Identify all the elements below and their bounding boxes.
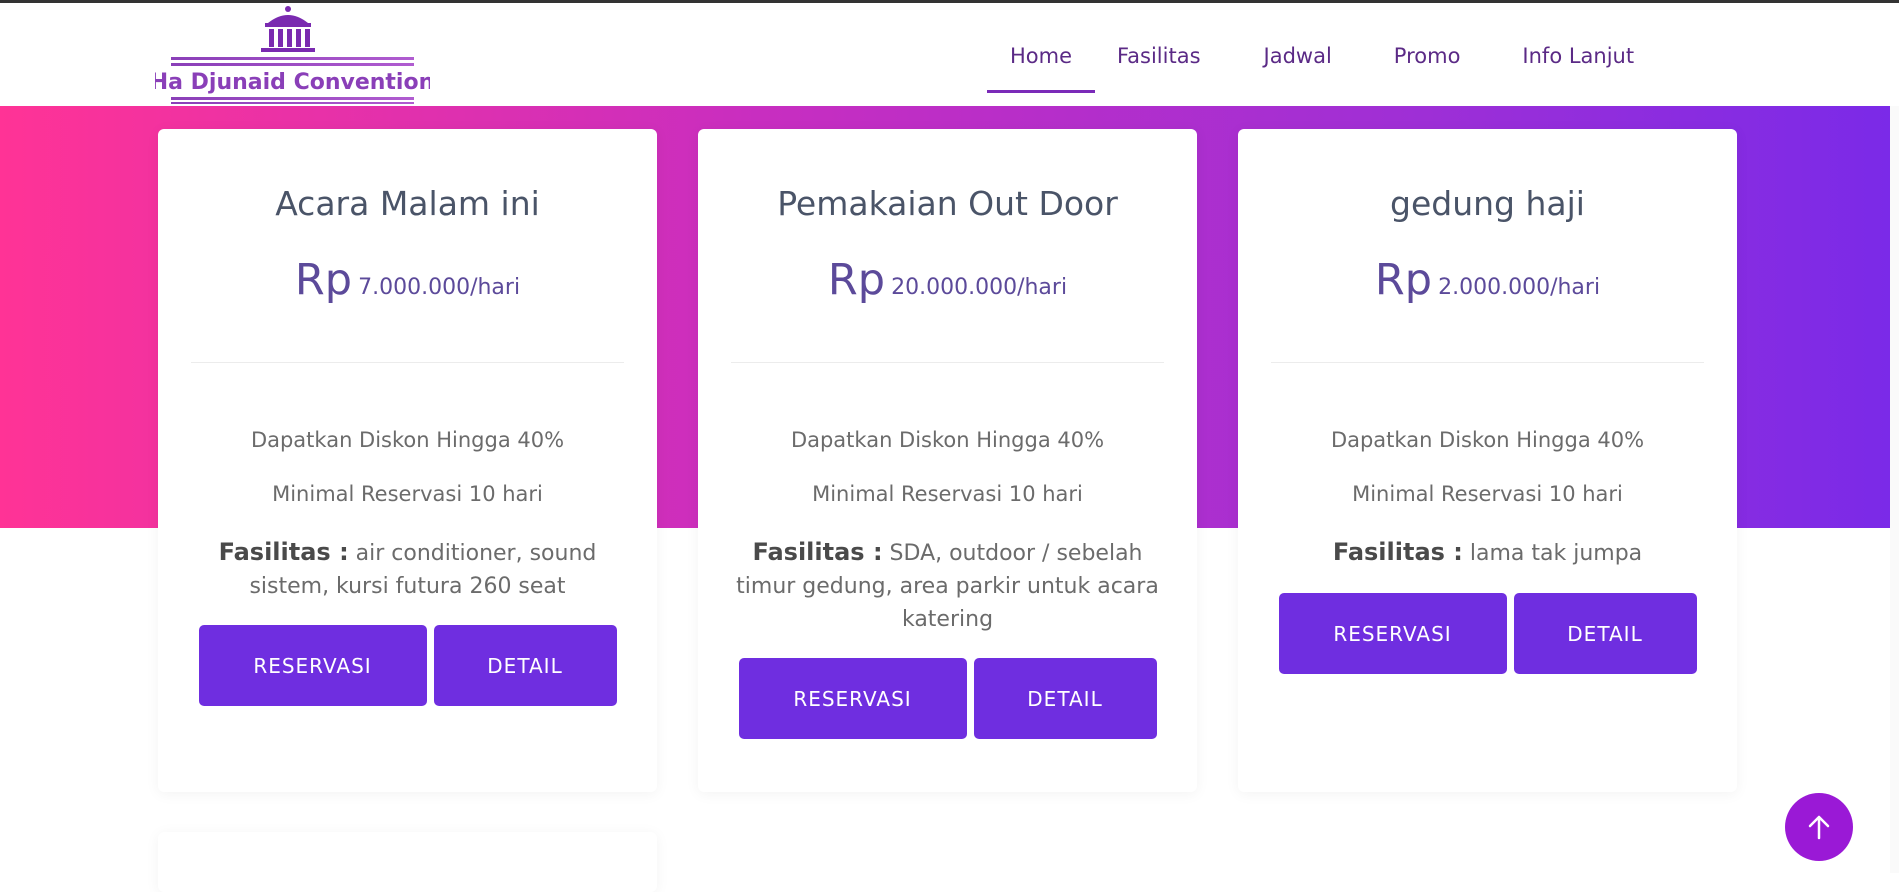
- min-reservation-text: Minimal Reservasi 10 hari: [272, 482, 543, 506]
- card-divider: [191, 362, 624, 363]
- site-header: Ha Djunaid Convention Home Fasilitas Jad…: [0, 3, 1899, 106]
- package-title: Pemakaian Out Door: [777, 184, 1118, 223]
- discount-text: Dapatkan Diskon Hingga 40%: [790, 428, 1105, 452]
- svg-text:Ha Djunaid Convention: Ha Djunaid Convention: [155, 70, 430, 95]
- nav-promo[interactable]: Promo: [1394, 6, 1461, 109]
- package-price: Rp 20.000.000/hari: [698, 255, 1197, 305]
- facilities-label: Fasilitas :: [218, 538, 349, 566]
- price-value: 2.000.000/hari: [1438, 275, 1601, 300]
- price-value: 20.000.000/hari: [891, 275, 1068, 300]
- facilities-text: Fasilitas : SDA, outdoor / sebelah timur…: [728, 536, 1167, 636]
- card-actions: RESERVASI DETAIL: [698, 658, 1197, 739]
- min-reservation-text: Minimal Reservasi 10 hari: [812, 482, 1083, 506]
- package-card: gedung haji Rp 2.000.000/hari Dapatkan Di…: [1238, 129, 1737, 792]
- nav-fasilitas[interactable]: Fasilitas: [1117, 6, 1201, 109]
- nav-home[interactable]: Home: [987, 6, 1095, 109]
- facilities-label: Fasilitas :: [752, 538, 883, 566]
- detail-button[interactable]: DETAIL: [1513, 593, 1697, 674]
- price-currency: Rp: [827, 255, 886, 305]
- package-card-partial: [158, 832, 657, 892]
- nav-info-lanjut[interactable]: Info Lanjut: [1522, 6, 1634, 109]
- site-logo[interactable]: Ha Djunaid Convention: [150, 5, 434, 105]
- facilities-label: Fasilitas :: [1332, 538, 1463, 566]
- package-price: Rp 7.000.000/hari: [158, 255, 657, 305]
- nav-jadwal[interactable]: Jadwal: [1264, 6, 1332, 109]
- reservasi-button[interactable]: RESERVASI: [1278, 593, 1507, 674]
- facilities-text: Fasilitas : lama tak jumpa: [1268, 536, 1707, 570]
- package-card: Pemakaian Out Door Rp 20.000.000/hari Dap…: [698, 129, 1197, 792]
- facilities-value: lama tak jumpa: [1469, 541, 1643, 566]
- card-divider: [731, 362, 1164, 363]
- card-divider: [1271, 362, 1704, 363]
- detail-button[interactable]: DETAIL: [433, 625, 617, 706]
- building-logo-icon: Ha Djunaid Convention: [150, 6, 434, 104]
- facilities-text: Fasilitas : air conditioner, sound siste…: [188, 536, 627, 603]
- package-title: Acara Malam ini: [275, 184, 540, 223]
- price-currency: Rp: [1374, 255, 1433, 305]
- package-card: Acara Malam ini Rp 7.000.000/hari Dapatka…: [158, 129, 657, 792]
- back-to-top-button[interactable]: [1785, 793, 1853, 861]
- discount-text: Dapatkan Diskon Hingga 40%: [1330, 428, 1645, 452]
- reservasi-button[interactable]: RESERVASI: [738, 658, 967, 739]
- min-reservation-text: Minimal Reservasi 10 hari: [1352, 482, 1623, 506]
- detail-button[interactable]: DETAIL: [973, 658, 1157, 739]
- reservasi-button[interactable]: RESERVASI: [198, 625, 427, 706]
- discount-text: Dapatkan Diskon Hingga 40%: [250, 428, 565, 452]
- card-actions: RESERVASI DETAIL: [1238, 593, 1737, 674]
- main-nav: Home Fasilitas Jadwal Promo Info Lanjut: [987, 6, 1634, 109]
- price-value: 7.000.000/hari: [358, 275, 521, 300]
- arrow-up-icon: [1808, 815, 1830, 840]
- package-price: Rp 2.000.000/hari: [1238, 255, 1737, 305]
- package-title: gedung haji: [1390, 184, 1585, 223]
- price-currency: Rp: [294, 255, 353, 305]
- page-right-edge: [1890, 106, 1899, 873]
- card-actions: RESERVASI DETAIL: [158, 625, 657, 706]
